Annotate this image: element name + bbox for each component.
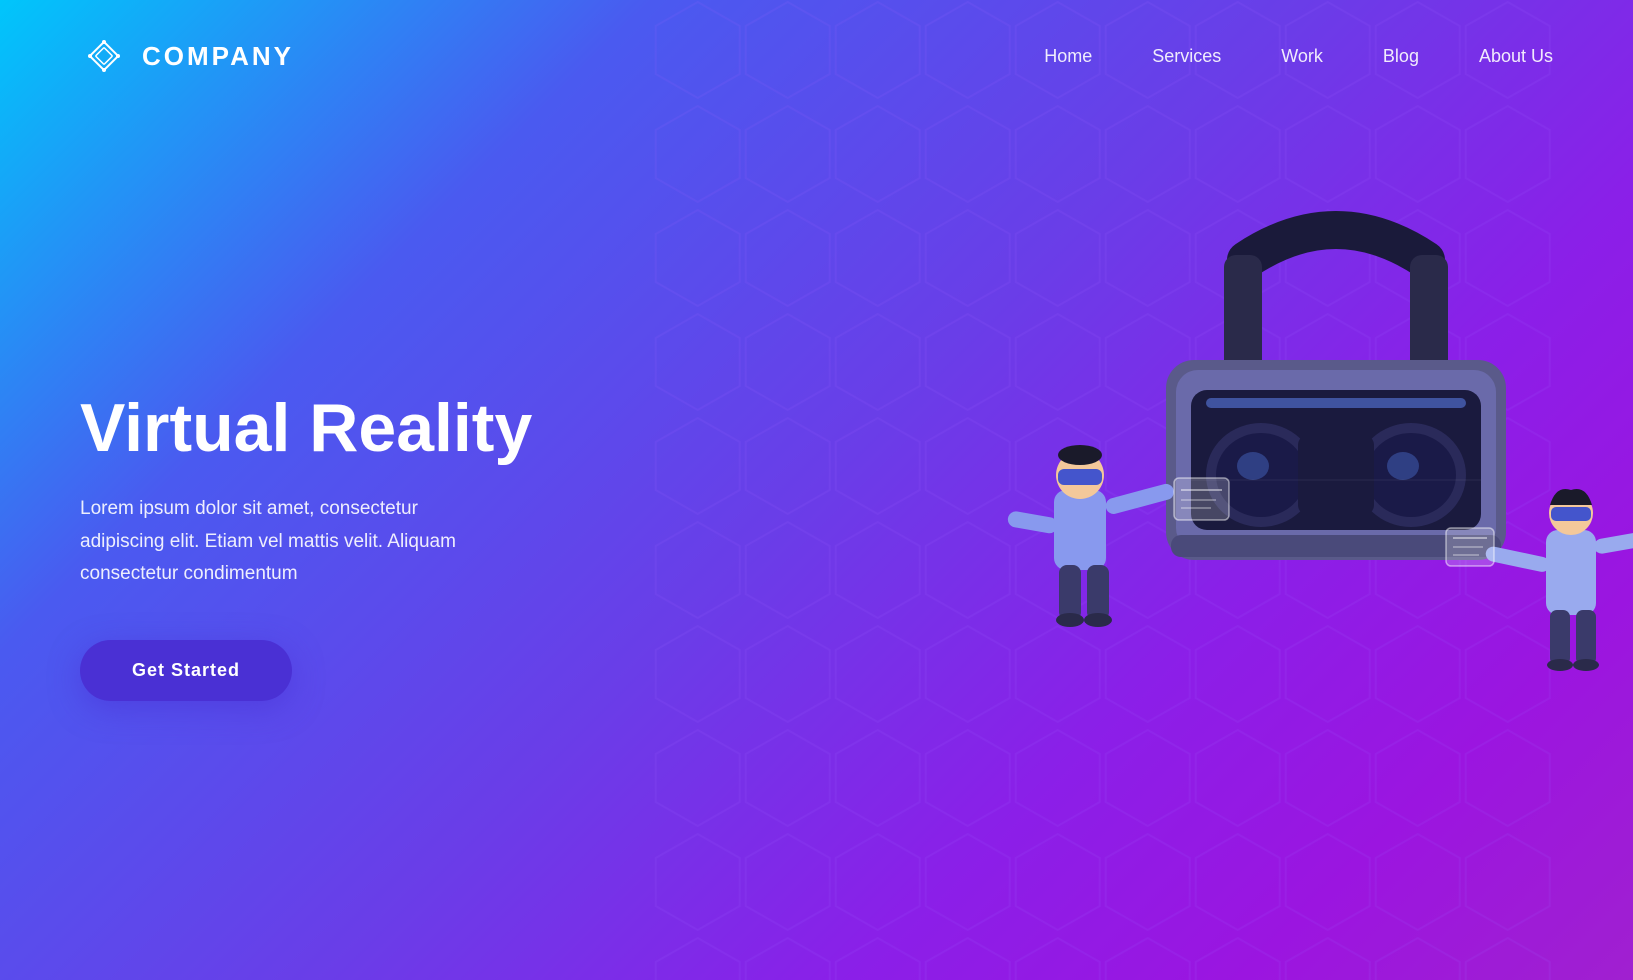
text-section: Virtual Reality Lorem ipsum dolor sit am… bbox=[80, 391, 532, 702]
hero-title: Virtual Reality bbox=[80, 391, 532, 466]
nav-blog[interactable]: Blog bbox=[1383, 46, 1419, 66]
main-content: Virtual Reality Lorem ipsum dolor sit am… bbox=[0, 112, 1633, 980]
nav-about[interactable]: About Us bbox=[1479, 46, 1553, 66]
nav-home[interactable]: Home bbox=[1044, 46, 1092, 66]
hero-section: COMPANY Home Services Work Blog About Us… bbox=[0, 0, 1633, 980]
logo-link[interactable]: COMPANY bbox=[80, 32, 294, 80]
nav-services[interactable]: Services bbox=[1152, 46, 1221, 66]
navbar: COMPANY Home Services Work Blog About Us bbox=[0, 0, 1633, 112]
nav-work[interactable]: Work bbox=[1281, 46, 1323, 66]
logo-text: COMPANY bbox=[142, 41, 294, 72]
nav-links: Home Services Work Blog About Us bbox=[1044, 46, 1553, 67]
get-started-button[interactable]: Get Started bbox=[80, 640, 292, 701]
logo-icon bbox=[80, 32, 128, 80]
hero-description: Lorem ipsum dolor sit amet, consectetur … bbox=[80, 493, 500, 590]
